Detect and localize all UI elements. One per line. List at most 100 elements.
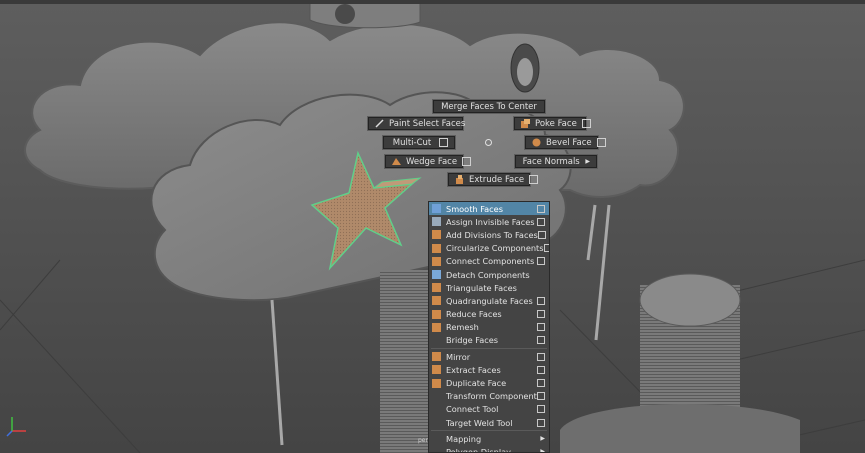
menu-item-label: Connect Tool [446, 404, 499, 415]
mm-paint-select-faces-label: Paint Select Faces [389, 118, 466, 129]
menu-item-quadrangulate-faces[interactable]: Quadrangulate Faces [429, 294, 549, 307]
option-box-icon[interactable] [581, 119, 591, 128]
menu-item-remesh[interactable]: Remesh [429, 321, 549, 334]
menu-item-label: Connect Components [446, 256, 535, 267]
menu-item-assign-invisible-faces[interactable]: Assign Invisible Faces [429, 215, 549, 228]
bevel-face-icon [532, 138, 541, 147]
menu-separator [431, 348, 547, 350]
mm-wedge-face[interactable]: Wedge Face [385, 155, 472, 168]
menu-item-polygon-display[interactable]: Polygon Display ▶ [429, 445, 549, 453]
menu-item-label: Mapping [446, 433, 482, 444]
menu-item-mirror[interactable]: Mirror [429, 350, 549, 363]
3d-viewport[interactable]: Merge Faces To Center Paint Select Faces… [0, 0, 865, 453]
extrude-face-icon [455, 175, 464, 184]
option-box-icon[interactable] [537, 230, 546, 239]
option-box-icon[interactable] [543, 244, 549, 253]
option-box-icon[interactable] [537, 352, 545, 361]
menu-item-add-divisions-to-faces[interactable]: Add Divisions To Faces [429, 228, 549, 241]
option-box-icon[interactable] [537, 217, 545, 226]
menu-item-transform-component[interactable]: Transform Component [429, 390, 549, 403]
menu-item-triangulate-faces[interactable]: Triangulate Faces [429, 281, 549, 294]
option-box-icon[interactable] [537, 296, 545, 305]
menu-item-icon-spacer [432, 447, 441, 452]
triangulate-icon [432, 283, 441, 293]
option-box-icon[interactable] [537, 204, 545, 213]
axis-gizmo-icon [6, 417, 26, 437]
menu-item-icon-spacer [432, 336, 441, 345]
mm-face-normals[interactable]: Face Normals ▶ [515, 155, 597, 168]
menu-item-duplicate-face[interactable]: Duplicate Face [429, 376, 549, 389]
menu-item-label: Detach Components [446, 269, 530, 280]
option-box-icon[interactable] [529, 175, 539, 184]
submenu-arrow-icon: ▶ [585, 158, 590, 165]
menu-item-connect-components[interactable]: Connect Components [429, 255, 549, 268]
wedge-face-icon [392, 157, 401, 166]
mm-face-normals-label: Face Normals [522, 156, 580, 167]
circularize-icon [432, 243, 441, 253]
menu-item-label: Add Divisions To Faces [446, 229, 538, 240]
mm-poke-face-label: Poke Face [535, 118, 577, 129]
mm-paint-select-faces[interactable]: Paint Select Faces [368, 117, 466, 130]
invisible-faces-icon [432, 217, 441, 227]
menu-item-label: Remesh [446, 322, 479, 333]
mm-poke-face[interactable]: Poke Face [514, 117, 591, 130]
mm-extrude-face[interactable]: Extrude Face [448, 173, 539, 186]
option-box-icon[interactable] [537, 310, 545, 319]
menu-item-label: Polygon Display [446, 446, 511, 453]
connect-components-icon [432, 256, 441, 266]
option-box-icon[interactable] [537, 336, 545, 345]
option-box-icon[interactable] [537, 365, 545, 374]
hanger-top [309, 0, 421, 29]
menu-item-connect-tool[interactable]: Connect Tool [429, 403, 549, 416]
mm-multi-cut-label: Multi-Cut [392, 137, 432, 148]
option-box-icon[interactable] [537, 405, 545, 414]
right-cylinder-top [639, 273, 741, 327]
option-box-icon[interactable] [537, 392, 545, 401]
menu-item-icon-spacer [432, 392, 441, 401]
menu-item-circularize-components[interactable]: Circularize Components [429, 242, 549, 255]
face-context-menu: Smooth Faces Assign Invisible Faces Add Di… [428, 201, 550, 453]
submenu-arrow-icon: ▶ [540, 435, 545, 443]
mm-multi-cut[interactable]: Multi-Cut [383, 136, 455, 149]
paint-brush-icon [375, 119, 384, 128]
mm-wedge-face-label: Wedge Face [406, 156, 458, 167]
option-box-icon[interactable] [596, 138, 606, 147]
menu-item-mapping[interactable]: Mapping ▶ [429, 432, 549, 445]
menu-item-label: Extract Faces [446, 364, 501, 375]
menu-item-smooth-faces[interactable]: Smooth Faces [429, 202, 549, 216]
menu-item-detach-components[interactable]: Detach Components [429, 268, 549, 281]
menu-item-label: Reduce Faces [446, 309, 502, 320]
mm-bevel-face-label: Bevel Face [546, 137, 592, 148]
option-box-icon[interactable] [537, 418, 545, 427]
mm-extrude-face-label: Extrude Face [469, 174, 525, 185]
menu-item-label: Duplicate Face [446, 378, 507, 389]
menu-item-label: Bridge Faces [446, 335, 499, 346]
mirror-icon [432, 352, 441, 362]
menu-item-label: Quadrangulate Faces [446, 295, 533, 306]
option-box-icon[interactable] [537, 257, 545, 266]
add-divisions-icon [432, 230, 441, 240]
menu-item-extract-faces[interactable]: Extract Faces [429, 363, 549, 376]
marking-menu-center-icon [485, 139, 492, 146]
menu-item-label: Target Weld Tool [446, 417, 513, 428]
reduce-faces-icon [432, 309, 441, 319]
poke-face-icon [521, 119, 530, 128]
mm-merge-faces-to-center[interactable]: Merge Faces To Center [433, 100, 545, 113]
menu-item-target-weld-tool[interactable]: Target Weld Tool [429, 416, 549, 429]
menu-item-label: Mirror [446, 351, 471, 362]
menu-item-reduce-faces[interactable]: Reduce Faces [429, 308, 549, 321]
quadrangulate-icon [432, 296, 441, 306]
mm-merge-faces-to-center-label: Merge Faces To Center [441, 101, 537, 112]
menu-item-icon-spacer [432, 418, 441, 427]
menu-item-label: Smooth Faces [446, 203, 503, 214]
extract-faces-icon [432, 365, 441, 375]
menu-item-icon-spacer [432, 434, 441, 443]
cloud-hole-inner [517, 58, 533, 86]
option-box-icon[interactable] [537, 379, 545, 388]
option-box-icon[interactable] [439, 138, 448, 147]
mm-bevel-face[interactable]: Bevel Face [525, 136, 606, 149]
option-box-icon[interactable] [537, 323, 545, 332]
option-box-icon[interactable] [462, 157, 472, 166]
menu-item-label: Assign Invisible Faces [446, 216, 535, 227]
menu-item-bridge-faces[interactable]: Bridge Faces [429, 334, 549, 347]
